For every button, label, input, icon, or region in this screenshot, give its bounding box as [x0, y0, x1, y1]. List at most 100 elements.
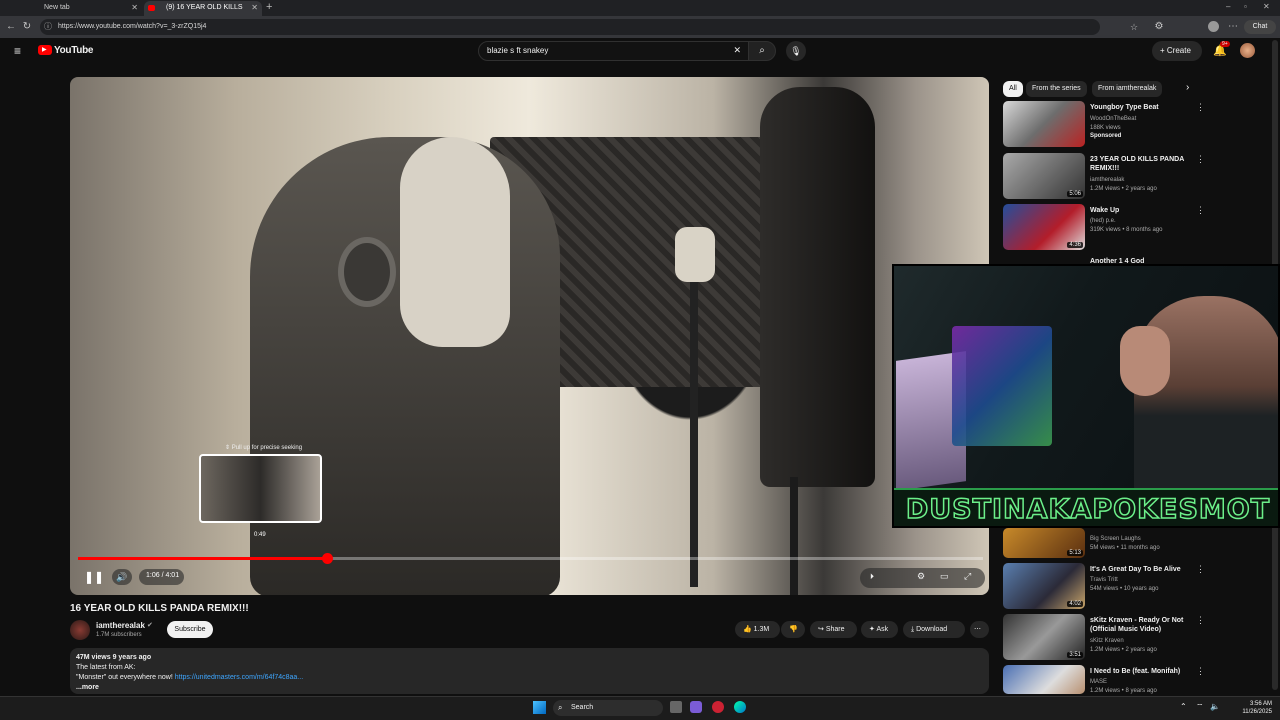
vocal-shield: [760, 87, 875, 487]
related-meta: 5M views • 11 months ago: [1090, 545, 1160, 551]
duration-badge: 5:13: [1067, 550, 1083, 556]
app-icon[interactable]: [712, 701, 724, 713]
search-value: blazie s ft snakey: [487, 46, 549, 55]
extensions-icon[interactable]: ⚙: [1152, 16, 1166, 38]
tab-label: New tab: [44, 4, 70, 11]
edge-browser-icon[interactable]: [734, 701, 746, 713]
clear-search-icon[interactable]: ✕: [733, 45, 741, 56]
wifi-icon[interactable]: ⌔: [1196, 702, 1204, 712]
site-info-icon[interactable]: ⓘ: [44, 19, 52, 35]
tray-chevron-icon[interactable]: ⌃: [1180, 702, 1187, 711]
create-button[interactable]: + Create: [1152, 41, 1202, 61]
channel-name[interactable]: iamtherealak: [96, 621, 145, 630]
windows-start-icon[interactable]: [533, 701, 546, 714]
desc-line-2-text: "Monster" out everywhere now!: [76, 674, 175, 681]
clock-time: 3:56 AM: [1249, 701, 1272, 707]
thumbnail[interactable]: 4:02: [1003, 563, 1085, 609]
player-right-controls: ⏵ ⚙ ▭ ⤢: [860, 568, 985, 588]
desc-line-2: "Monster" out everywhere now! https://un…: [76, 673, 983, 683]
download-button[interactable]: ⤓ Download: [903, 621, 965, 638]
theater-mode-icon[interactable]: ▭: [940, 571, 949, 582]
url-text[interactable]: https://www.youtube.com/watch?v=_3-zrZQ1…: [58, 19, 206, 35]
profile-avatar[interactable]: [1208, 21, 1219, 32]
new-tab-plus-icon[interactable]: +: [266, 1, 272, 13]
browser-tab-bar: New tab ✕ (9) 16 YEAR OLD KILLS PAND... …: [0, 0, 1280, 25]
more-vert-icon[interactable]: ⋮: [1196, 102, 1205, 113]
more-vert-icon[interactable]: ⋮: [1196, 205, 1205, 216]
chip-all[interactable]: All: [1003, 81, 1023, 97]
hamburger-menu-icon[interactable]: ≡: [14, 44, 21, 58]
chevron-right-icon[interactable]: ›: [1186, 82, 1189, 93]
close-icon[interactable]: ✕: [251, 1, 258, 15]
chip-from-the-series[interactable]: From the series: [1026, 81, 1087, 97]
pause-icon[interactable]: ❚❚: [84, 570, 104, 584]
chip-from-channel[interactable]: From iamtherealak: [1092, 81, 1163, 97]
tab-new-tab[interactable]: New tab ✕: [22, 1, 144, 16]
back-arrow-icon[interactable]: ←: [4, 16, 18, 38]
thumbnail[interactable]: 4:36: [1003, 204, 1085, 250]
seek-hint: ⇕ Pull up for precise seeking: [225, 445, 303, 451]
thumbnail[interactable]: [1003, 665, 1085, 694]
related-channel: iamtherealak: [1090, 177, 1125, 183]
more-vert-icon[interactable]: ⋮: [1196, 666, 1205, 677]
verified-check-icon: ✔: [147, 622, 153, 629]
share-button[interactable]: ↪ Share: [810, 621, 857, 638]
volume-icon[interactable]: 🔊: [112, 569, 132, 585]
related-meta: 1.2M views • 2 years ago: [1090, 186, 1157, 192]
more-link[interactable]: ...more: [76, 683, 983, 693]
related-title[interactable]: Youngboy Type Beat: [1090, 103, 1190, 112]
taskbar-search[interactable]: ⌕ Search: [553, 700, 663, 716]
minimize-icon[interactable]: –: [1226, 2, 1230, 11]
related-channel: MASE: [1090, 679, 1108, 685]
related-title[interactable]: sKitz Kraven - Ready Or Not (Official Mu…: [1090, 616, 1190, 634]
duration-badge: 5:06: [1067, 191, 1083, 197]
channel-avatar[interactable]: [70, 620, 90, 640]
related-channel: Travis Tritt: [1090, 577, 1118, 583]
window-close-icon[interactable]: ✕: [1263, 2, 1270, 11]
app-icon[interactable]: [690, 701, 702, 713]
system-clock[interactable]: 3:56 AM 11/26/2025: [1236, 700, 1272, 716]
search-button[interactable]: ⌕: [748, 41, 776, 61]
search-input[interactable]: blazie s ft snakey ✕: [478, 41, 750, 61]
related-meta: 319K views • 8 months ago: [1090, 227, 1163, 233]
related-meta: 1.2M views • 8 years ago: [1090, 688, 1157, 694]
thumbnail[interactable]: [1003, 101, 1085, 147]
bookmark-star-icon[interactable]: ☆: [1130, 19, 1138, 35]
description-box[interactable]: 47M views 9 years ago The latest from AK…: [70, 648, 989, 694]
settings-gear-icon[interactable]: ⚙: [917, 571, 925, 582]
like-button[interactable]: 👍 1.3M: [735, 621, 780, 638]
more-menu-icon[interactable]: ⋯: [1226, 16, 1240, 38]
reload-icon[interactable]: ↻: [20, 16, 34, 38]
more-vert-icon[interactable]: ⋮: [1196, 154, 1205, 165]
related-meta: 1.2M views • 2 years ago: [1090, 647, 1157, 653]
related-title[interactable]: It's A Great Day To Be Alive: [1090, 565, 1190, 574]
autoplay-toggle-icon[interactable]: ⏵: [870, 572, 874, 582]
desc-link[interactable]: https://unitedmasters.com/m/64f74c8aa...: [175, 674, 303, 681]
related-title[interactable]: 23 YEAR OLD KILLS PANDA REMIX!!!: [1090, 155, 1190, 173]
related-title[interactable]: Wake Up: [1090, 206, 1190, 215]
more-actions-button[interactable]: ⋯: [970, 621, 989, 638]
voice-search-mic-icon[interactable]: 🎙: [786, 41, 806, 61]
ask-button[interactable]: ✦ Ask: [861, 621, 898, 638]
thumbnail[interactable]: 5:06: [1003, 153, 1085, 199]
more-vert-icon[interactable]: ⋮: [1196, 564, 1205, 575]
thumbnail[interactable]: 3:51: [1003, 614, 1085, 660]
fullscreen-icon[interactable]: ⤢: [964, 571, 971, 582]
related-title[interactable]: I Need to Be (feat. Monifah): [1090, 667, 1190, 676]
account-avatar[interactable]: [1240, 43, 1255, 58]
tab-youtube[interactable]: (9) 16 YEAR OLD KILLS PAND... ✕: [144, 1, 262, 25]
thumbs-up-icon: 👍: [743, 626, 752, 633]
progress-scrubber[interactable]: [322, 553, 333, 564]
speaker-icon[interactable]: 🔈: [1210, 702, 1220, 711]
subscribe-button[interactable]: Subscribe: [167, 621, 213, 638]
dislike-button[interactable]: 👎: [781, 621, 805, 638]
chat-button[interactable]: Chat: [1244, 20, 1276, 34]
close-icon[interactable]: ✕: [131, 1, 138, 15]
subscriber-count: 1.7M subscribers: [96, 632, 142, 638]
ask-label: Ask: [876, 626, 889, 633]
time-readout: 1:06 / 4:01: [146, 572, 180, 579]
more-vert-icon[interactable]: ⋮: [1196, 615, 1205, 626]
thumbnail[interactable]: 5:13: [1003, 528, 1085, 558]
task-view-icon[interactable]: [670, 701, 682, 713]
maximize-icon[interactable]: ▫: [1244, 2, 1247, 11]
